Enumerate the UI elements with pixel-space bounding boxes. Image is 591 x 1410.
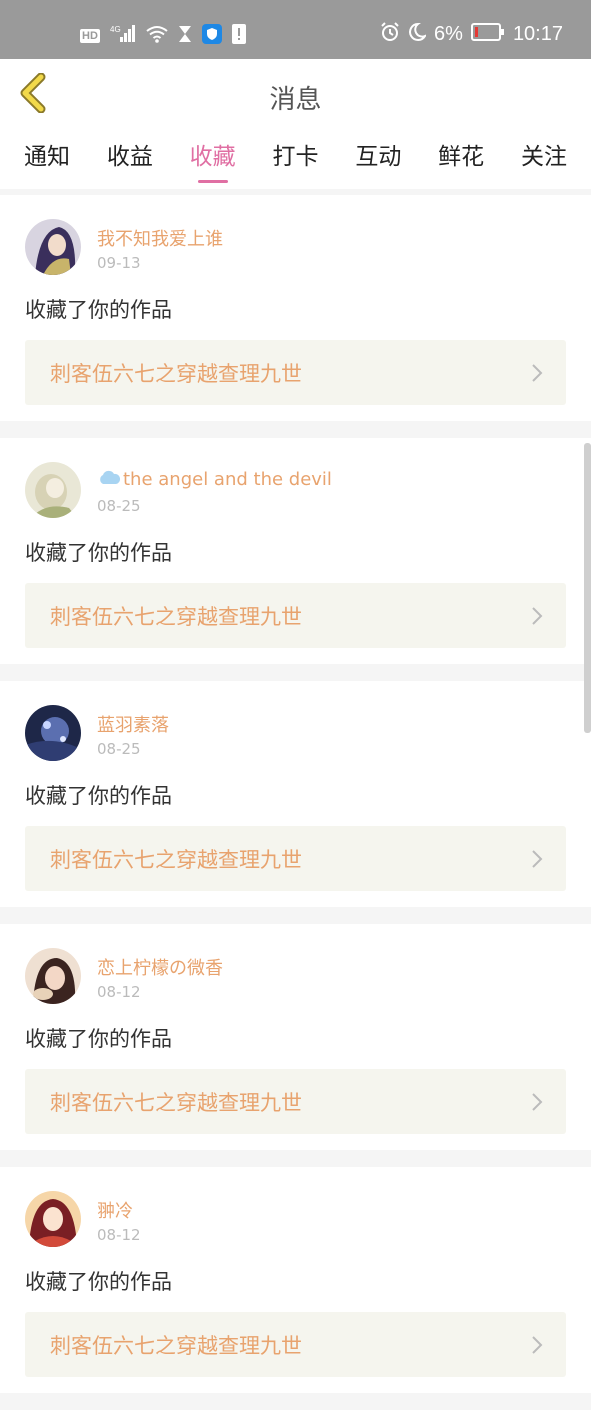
- wifi-icon: [146, 25, 168, 47]
- username[interactable]: the angel and the devil: [97, 468, 332, 491]
- chevron-right-icon: [530, 1334, 544, 1360]
- message-list: 我不知我爱上谁 09-13 收藏了你的作品 刺客伍六七之穿越查理九世 the a…: [0, 195, 591, 1410]
- work-title: 刺客伍六七之穿越查理九世: [50, 605, 302, 629]
- moon-icon: [408, 22, 428, 46]
- clock: 10:17: [512, 22, 563, 45]
- shield-app-icon: [201, 24, 222, 48]
- chevron-right-icon: [530, 848, 544, 874]
- alert-app-icon: [231, 24, 246, 48]
- tab-earnings[interactable]: 收益: [107, 131, 153, 189]
- work-title: 刺客伍六七之穿越查理九世: [50, 1334, 302, 1358]
- tab-favorites[interactable]: 收藏: [190, 131, 236, 189]
- hd-icon: HD: [80, 29, 100, 43]
- hourglass-icon: [178, 25, 192, 47]
- timestamp: 08-12: [97, 983, 141, 1001]
- tab-follow[interactable]: 关注: [521, 131, 567, 189]
- timestamp: 08-25: [97, 497, 141, 515]
- avatar[interactable]: [25, 1191, 81, 1247]
- signal-icon: 4G: [110, 25, 136, 47]
- username[interactable]: 恋上柠檬の微香: [97, 954, 223, 980]
- list-item: 恋上柠檬の微香 08-12 收藏了你的作品 刺客伍六七之穿越查理九世: [0, 924, 591, 1150]
- status-left-icons: HD 4G: [80, 24, 246, 48]
- cloud-icon: [97, 468, 121, 491]
- timestamp: 09-13: [97, 254, 141, 272]
- action-text: 收藏了你的作品: [25, 784, 172, 808]
- work-title: 刺客伍六七之穿越查理九世: [50, 362, 302, 386]
- chevron-right-icon: [530, 362, 544, 388]
- work-link[interactable]: 刺客伍六七之穿越查理九世: [25, 1069, 566, 1134]
- battery-icon: [470, 23, 505, 45]
- action-text: 收藏了你的作品: [25, 298, 172, 322]
- svg-text:4G: 4G: [110, 25, 121, 34]
- work-link[interactable]: 刺客伍六七之穿越查理九世: [25, 583, 566, 648]
- username[interactable]: 我不知我爱上谁: [97, 225, 223, 251]
- work-link[interactable]: 刺客伍六七之穿越查理九世: [25, 1312, 566, 1377]
- status-bar: HD 4G 6% 10:17: [0, 0, 591, 59]
- avatar[interactable]: [25, 705, 81, 761]
- page-title: 消息: [269, 85, 322, 115]
- work-title: 刺客伍六七之穿越查理九世: [50, 1091, 302, 1115]
- work-link[interactable]: 刺客伍六七之穿越查理九世: [25, 340, 566, 405]
- list-item: the angel and the devil 08-25 收藏了你的作品 刺客…: [0, 438, 591, 664]
- alarm-icon: [380, 22, 400, 46]
- work-link[interactable]: 刺客伍六七之穿越查理九世: [25, 826, 566, 891]
- username[interactable]: 翀冷: [97, 1197, 133, 1223]
- battery-percent: 6%: [434, 22, 463, 45]
- username[interactable]: 蓝羽素落: [97, 711, 169, 737]
- list-item: 我不知我爱上谁 09-13 收藏了你的作品 刺客伍六七之穿越查理九世: [0, 195, 591, 421]
- timestamp: 08-12: [97, 1226, 141, 1244]
- header: 消息: [0, 59, 591, 132]
- tab-interaction[interactable]: 互动: [355, 131, 401, 189]
- list-item: 蓝羽素落 08-25 收藏了你的作品 刺客伍六七之穿越查理九世: [0, 681, 591, 907]
- action-text: 收藏了你的作品: [25, 1270, 172, 1294]
- avatar[interactable]: [25, 462, 81, 518]
- tab-notifications[interactable]: 通知: [24, 131, 70, 189]
- status-right-icons: 6% 10:17: [380, 22, 563, 46]
- chevron-right-icon: [530, 1091, 544, 1117]
- tab-flowers[interactable]: 鲜花: [438, 131, 484, 189]
- chevron-right-icon: [530, 605, 544, 631]
- action-text: 收藏了你的作品: [25, 1027, 172, 1051]
- action-text: 收藏了你的作品: [25, 541, 172, 565]
- list-item: 翀冷 08-12 收藏了你的作品 刺客伍六七之穿越查理九世: [0, 1167, 591, 1393]
- work-title: 刺客伍六七之穿越查理九世: [50, 848, 302, 872]
- avatar[interactable]: [25, 948, 81, 1004]
- tab-checkin[interactable]: 打卡: [272, 131, 318, 189]
- tab-bar: 通知 收益 收藏 打卡 互动 鲜花 关注: [0, 131, 591, 189]
- timestamp: 08-25: [97, 740, 141, 758]
- scrollbar[interactable]: [584, 443, 591, 733]
- avatar[interactable]: [25, 219, 81, 275]
